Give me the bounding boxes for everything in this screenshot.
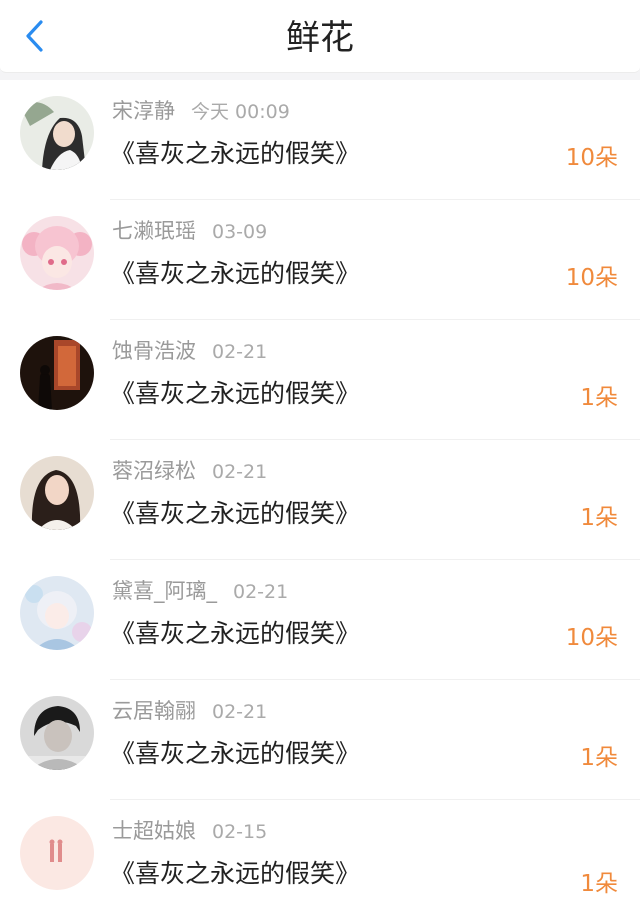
item-meta: 宋淳静 今天 00:09	[112, 94, 290, 128]
item-time: 02-21	[233, 581, 289, 603]
list-item[interactable]: 七濑珉瑶 03-09 《喜灰之永远的假笑》 10朵	[0, 200, 640, 320]
page-title: 鲜花	[286, 18, 354, 58]
user-name: 士超姑娘	[112, 819, 196, 843]
item-time: 02-21	[212, 461, 268, 483]
item-time: 今天 00:09	[191, 101, 290, 123]
book-title: 《喜灰之永远的假笑》	[110, 499, 361, 528]
avatar[interactable]	[20, 816, 94, 890]
item-time: 02-21	[212, 701, 268, 723]
item-time: 02-15	[212, 821, 268, 843]
avatar[interactable]	[20, 96, 94, 170]
user-name: 蚀骨浩波	[112, 339, 196, 363]
flower-count: 1朵	[580, 505, 618, 531]
list-item[interactable]: 蓉沼绿松 02-21 《喜灰之永远的假笑》 1朵	[0, 440, 640, 560]
flower-count: 1朵	[580, 745, 618, 771]
item-meta: 蚀骨浩波 02-21	[112, 334, 267, 368]
avatar[interactable]	[20, 576, 94, 650]
item-time: 02-21	[212, 341, 268, 363]
avatar[interactable]	[20, 336, 94, 410]
book-title: 《喜灰之永远的假笑》	[110, 379, 361, 408]
list-item[interactable]: 士超姑娘 02-15 《喜灰之永远的假笑》 1朵	[0, 800, 640, 924]
user-name: 七濑珉瑶	[112, 219, 196, 243]
flower-list: 宋淳静 今天 00:09 《喜灰之永远的假笑》 10朵 七濑珉瑶 03-09 《喜灰…	[0, 80, 640, 924]
user-name: 蓉沼绿松	[112, 459, 196, 483]
avatar[interactable]	[20, 216, 94, 290]
list-item[interactable]: 蚀骨浩波 02-21 《喜灰之永远的假笑》 1朵	[0, 320, 640, 440]
book-title: 《喜灰之永远的假笑》	[110, 619, 361, 648]
item-meta: 七濑珉瑶 03-09	[112, 214, 267, 248]
item-meta: 士超姑娘 02-15	[112, 814, 267, 848]
book-title: 《喜灰之永远的假笑》	[110, 739, 361, 768]
item-meta: 蓉沼绿松 02-21	[112, 454, 267, 488]
user-name: 宋淳静	[112, 99, 175, 123]
user-name: 黛喜_阿璃_	[112, 579, 217, 603]
flower-count: 1朵	[580, 385, 618, 411]
top-bar: 鲜花	[0, 0, 640, 73]
book-title: 《喜灰之永远的假笑》	[110, 259, 361, 288]
list-item[interactable]: 黛喜_阿璃_ 02-21 《喜灰之永远的假笑》 10朵	[0, 560, 640, 680]
item-meta: 云居翰翮 02-21	[112, 694, 267, 728]
book-title: 《喜灰之永远的假笑》	[110, 139, 361, 168]
flower-count: 10朵	[565, 265, 618, 291]
avatar[interactable]	[20, 456, 94, 530]
list-item[interactable]: 云居翰翮 02-21 《喜灰之永远的假笑》 1朵	[0, 680, 640, 800]
avatar[interactable]	[20, 696, 94, 770]
user-name: 云居翰翮	[112, 699, 196, 723]
flower-count: 10朵	[565, 625, 618, 651]
list-item[interactable]: 宋淳静 今天 00:09 《喜灰之永远的假笑》 10朵	[0, 80, 640, 200]
book-title: 《喜灰之永远的假笑》	[110, 859, 361, 888]
item-time: 03-09	[212, 221, 268, 243]
flower-count: 1朵	[580, 871, 618, 897]
flower-count: 10朵	[565, 145, 618, 171]
item-meta: 黛喜_阿璃_ 02-21	[112, 574, 288, 608]
